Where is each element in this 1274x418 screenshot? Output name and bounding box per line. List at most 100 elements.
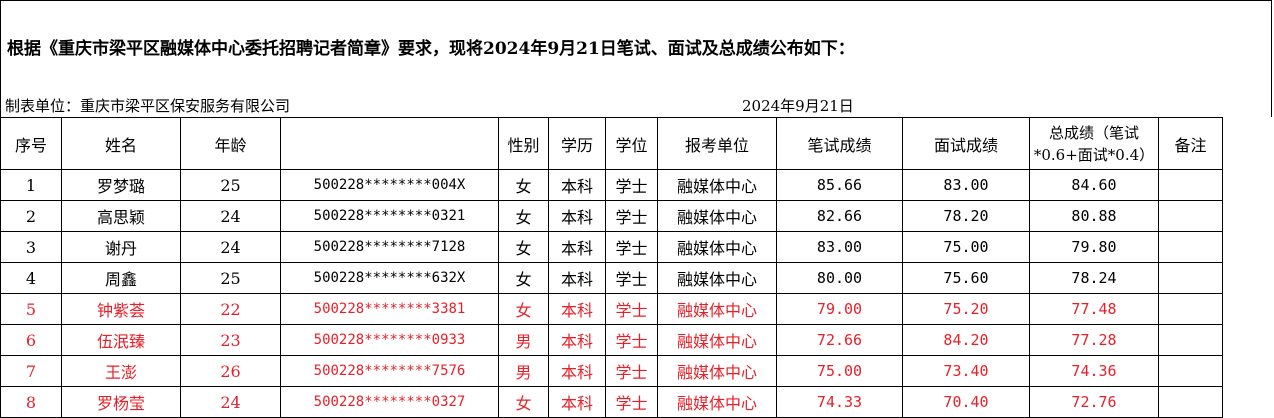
- cell-age: 23: [180, 324, 281, 356]
- cell-age: 25: [180, 169, 281, 201]
- cell-total-score: 79.80: [1029, 231, 1159, 263]
- cell-gender: 女: [498, 386, 549, 418]
- meta-row: 制表单位：重庆市梁平区保安服务有限公司 2024年9月21日: [0, 93, 1272, 117]
- cell-name: 罗杨莹: [61, 386, 181, 418]
- cell-education: 本科: [548, 231, 606, 263]
- cell-note: [1158, 231, 1223, 263]
- cell-age: 26: [180, 355, 281, 387]
- cell-interview-score: 84.20: [902, 324, 1030, 356]
- cell-written-score: 83.00: [776, 231, 903, 263]
- cell-degree: 学士: [605, 324, 658, 356]
- cell-name: 高思颖: [61, 200, 181, 232]
- cell-department: 融媒体中心: [657, 293, 777, 325]
- cell-seq: 7: [0, 355, 62, 387]
- cell-degree: 学士: [605, 386, 658, 418]
- cell-interview-score: 78.20: [902, 200, 1030, 232]
- cell-department: 融媒体中心: [657, 200, 777, 232]
- cell-id: 500228********004X: [280, 169, 499, 201]
- cell-department: 融媒体中心: [657, 386, 777, 418]
- cell-interview-score: 75.60: [902, 262, 1030, 294]
- cell-seq: 3: [0, 231, 62, 263]
- header-total-line2: *0.6+面试*0.4）: [1033, 145, 1155, 164]
- header-gender: 性别: [498, 117, 549, 170]
- cell-interview-score: 75.00: [902, 231, 1030, 263]
- cell-note: [1158, 200, 1223, 232]
- cell-name: 钟紫荟: [61, 293, 181, 325]
- cell-degree: 学士: [605, 355, 658, 387]
- header-degree: 学位: [605, 117, 658, 170]
- cell-written-score: 80.00: [776, 262, 903, 294]
- cell-name: 谢丹: [61, 231, 181, 263]
- cell-written-score: 79.00: [776, 293, 903, 325]
- table-row: 6 伍泯臻 23 500228********0933 男本科 学士 融媒体中心 72.66 8…: [0, 324, 1223, 356]
- cell-education: 本科: [548, 355, 606, 387]
- notice-text: 根据《重庆市梁平区融媒体中心委托招聘记者简章》要求，现将2024年9月21日笔试…: [7, 39, 855, 59]
- cell-note: [1158, 355, 1223, 387]
- table-row: 4 周鑫 25 500228********632X 女本科 学士 融媒体中心 80.00 75…: [0, 262, 1223, 294]
- cell-interview-score: 70.40: [902, 386, 1030, 418]
- header-total-line1: 总成绩（笔试: [1048, 123, 1139, 142]
- cell-degree: 学士: [605, 231, 658, 263]
- cell-gender: 女: [498, 293, 549, 325]
- issuing-unit: 制表单位：重庆市梁平区保安服务有限公司: [5, 97, 291, 115]
- table-row: 8 罗杨莹 24 500228********0327 女本科 学士 融媒体中心 74.33 7…: [0, 386, 1223, 418]
- cell-note: [1158, 324, 1223, 356]
- cell-seq: 6: [0, 324, 62, 356]
- cell-gender: 女: [498, 231, 549, 263]
- cell-written-score: 72.66: [776, 324, 903, 356]
- cell-note: [1158, 169, 1223, 201]
- cell-education: 本科: [548, 200, 606, 232]
- table-row: 7 王澎 26 500228********7576 男本科 学士 融媒体中心 75.00 73…: [0, 355, 1223, 387]
- cell-degree: 学士: [605, 169, 658, 201]
- cell-department: 融媒体中心: [657, 231, 777, 263]
- cell-education: 本科: [548, 293, 606, 325]
- table-row: 5 钟紫荟 22 500228********3381 女本科 学士 融媒体中心 79.00 7…: [0, 293, 1223, 325]
- header-age: 年龄: [180, 117, 281, 170]
- cell-seq: 1: [0, 169, 62, 201]
- cell-name: 王澎: [61, 355, 181, 387]
- cell-degree: 学士: [605, 262, 658, 294]
- header-total-score: 总成绩（笔试 *0.6+面试*0.4）: [1029, 117, 1159, 170]
- table-row: 1 罗梦璐 25 500228********004X 女本科 学士 融媒体中心 85.66 8…: [0, 169, 1223, 201]
- cell-id: 500228********0933: [280, 324, 499, 356]
- cell-id: 500228********7128: [280, 231, 499, 263]
- cell-written-score: 82.66: [776, 200, 903, 232]
- cell-age: 24: [180, 231, 281, 263]
- header-seq: 序号: [0, 117, 62, 170]
- cell-gender: 女: [498, 200, 549, 232]
- cell-total-score: 77.28: [1029, 324, 1159, 356]
- cell-note: [1158, 293, 1223, 325]
- cell-name: 周鑫: [61, 262, 181, 294]
- table-row: 3 谢丹 24 500228********7128 女本科 学士 融媒体中心 83.00 75…: [0, 231, 1223, 263]
- cell-interview-score: 75.20: [902, 293, 1030, 325]
- cell-department: 融媒体中心: [657, 262, 777, 294]
- header-note: 备注: [1158, 117, 1223, 170]
- header-department: 报考单位: [657, 117, 777, 170]
- notice-row: 根据《重庆市梁平区融媒体中心委托招聘记者简章》要求，现将2024年9月21日笔试…: [0, 0, 1272, 93]
- cell-id: 500228********0321: [280, 200, 499, 232]
- cell-id: 500228********3381: [280, 293, 499, 325]
- cell-age: 22: [180, 293, 281, 325]
- cell-written-score: 74.33: [776, 386, 903, 418]
- issue-date: 2024年9月21日: [742, 97, 854, 115]
- cell-total-score: 72.76: [1029, 386, 1159, 418]
- cell-gender: 男: [498, 355, 549, 387]
- score-table: 序号 姓名 年龄 性别 学历 学位 报考单位 笔试成绩 面试成绩 总成绩（笔试 …: [0, 117, 1223, 418]
- header-written-score: 笔试成绩: [776, 117, 903, 170]
- cell-seq: 4: [0, 262, 62, 294]
- cell-note: [1158, 262, 1223, 294]
- score-sheet: 根据《重庆市梁平区融媒体中心委托招聘记者简章》要求，现将2024年9月21日笔试…: [0, 0, 1274, 418]
- cell-seq: 2: [0, 200, 62, 232]
- cell-department: 融媒体中心: [657, 355, 777, 387]
- header-id: [280, 117, 499, 170]
- cell-education: 本科: [548, 386, 606, 418]
- cell-written-score: 85.66: [776, 169, 903, 201]
- cell-name: 伍泯臻: [61, 324, 181, 356]
- cell-department: 融媒体中心: [657, 169, 777, 201]
- cell-id: 500228********0327: [280, 386, 499, 418]
- cell-interview-score: 83.00: [902, 169, 1030, 201]
- cell-department: 融媒体中心: [657, 324, 777, 356]
- cell-name: 罗梦璐: [61, 169, 181, 201]
- cell-degree: 学士: [605, 293, 658, 325]
- cell-gender: 女: [498, 262, 549, 294]
